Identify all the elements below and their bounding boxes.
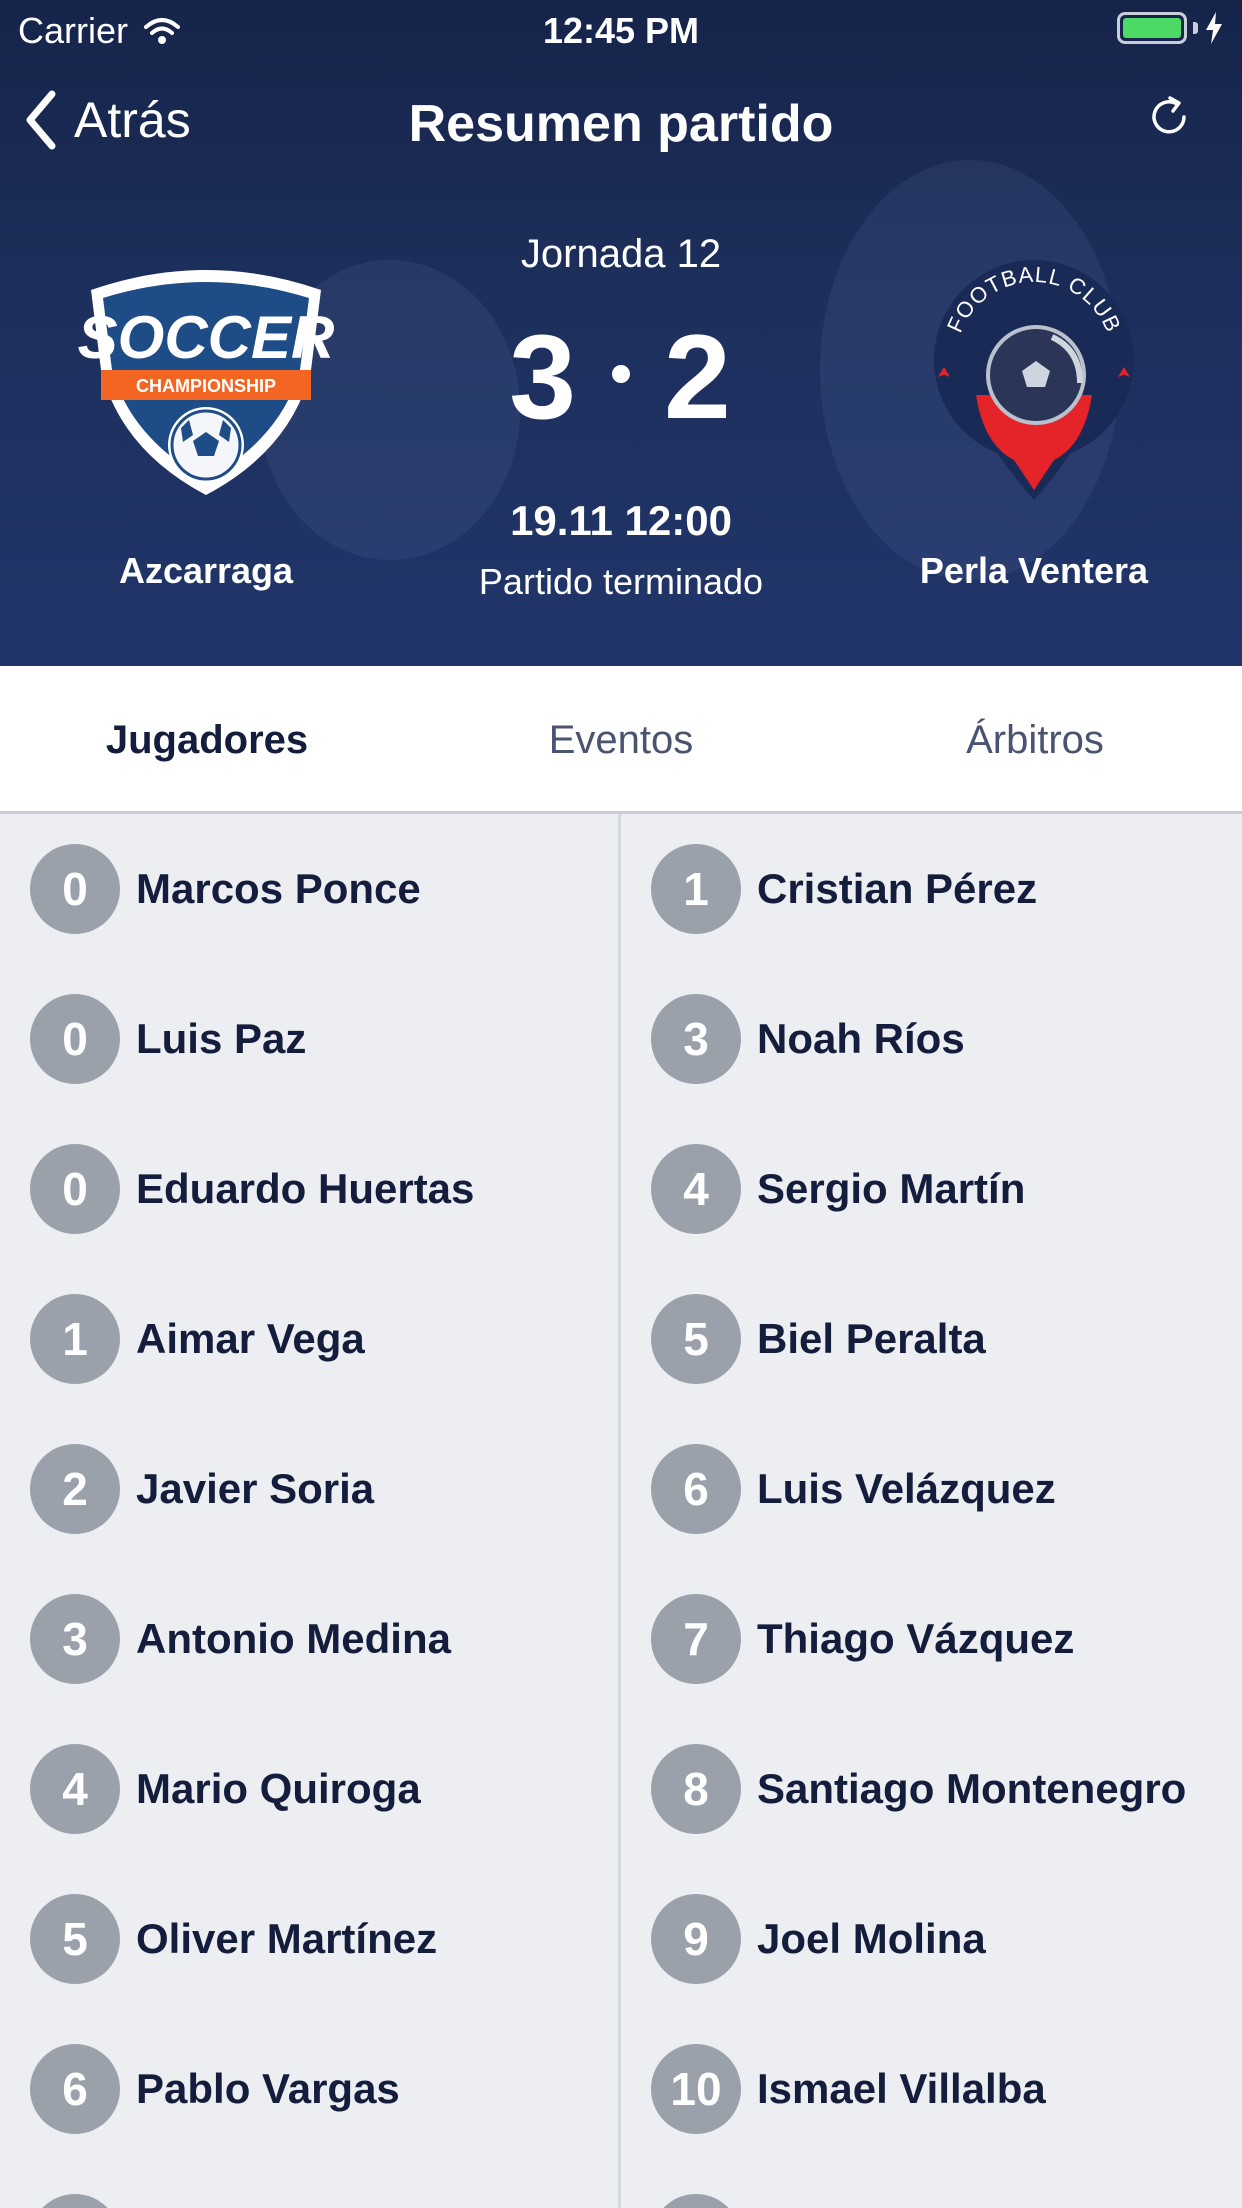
home-player-row[interactable]: 6 Pablo Vargas <box>0 2014 618 2164</box>
player-name: Luis Velázquez <box>757 1465 1056 1512</box>
home-player-row-partial[interactable] <box>0 2164 618 2208</box>
player-number: 3 <box>651 994 741 1084</box>
away-player-row[interactable]: 7 Thiago Vázquez <box>621 1564 1242 1714</box>
svg-text:CHAMPIONSHIP: CHAMPIONSHIP <box>136 376 276 396</box>
home-player-row[interactable]: 1 Aimar Vega <box>0 1264 618 1414</box>
player-name: Joel Molina <box>757 1915 986 1962</box>
player-name: Cristian Pérez <box>757 865 1038 912</box>
away-players-list: 1 Cristian Pérez 3 Noah Ríos 4 Sergio Martí… <box>621 814 1242 2208</box>
player-name: Antonio Medina <box>136 1615 451 1662</box>
player-name: Luis Paz <box>136 1015 307 1062</box>
player-number: 4 <box>30 1744 120 1834</box>
player-number: 2 <box>30 1444 120 1534</box>
player-number: 1 <box>30 1294 120 1384</box>
player-number: 1 <box>651 844 741 934</box>
player-number <box>651 2194 741 2208</box>
player-number: 5 <box>30 1894 120 1984</box>
away-player-row[interactable]: 1 Cristian Pérez <box>621 814 1242 964</box>
player-name: Thiago Vázquez <box>757 1615 1075 1662</box>
player-number: 3 <box>30 1594 120 1684</box>
player-number: 9 <box>651 1894 741 1984</box>
scoreboard: 32 <box>371 317 871 437</box>
lineup-lists: 0 Marcos Ponce 0 Luis Paz 0 Eduardo Huertas… <box>0 814 1242 2208</box>
player-number: 5 <box>651 1294 741 1384</box>
match-status: Partido terminado <box>478 561 764 602</box>
svg-text:SOCCER: SOCCER <box>78 304 335 371</box>
player-number: 8 <box>651 1744 741 1834</box>
away-player-row[interactable]: 5 Biel Peralta <box>621 1264 1242 1414</box>
player-number: 4 <box>651 1144 741 1234</box>
charging-icon <box>1206 12 1222 44</box>
score-separator <box>612 365 630 384</box>
player-name: Santiago Montenegro <box>757 1765 1187 1812</box>
away-player-row[interactable]: 3 Noah Ríos <box>621 964 1242 1114</box>
away-player-row[interactable]: 10 Ismael Villalba <box>621 2014 1242 2164</box>
refresh-button[interactable] <box>1146 94 1192 145</box>
player-name: Pablo Vargas <box>136 2065 400 2112</box>
tab-jugadores[interactable]: Jugadores <box>0 666 414 811</box>
player-number: 7 <box>651 1594 741 1684</box>
away-score: 2 <box>664 310 733 444</box>
away-player-row[interactable]: 4 Sergio Martín <box>621 1114 1242 1264</box>
player-number: 0 <box>30 994 120 1084</box>
away-player-row[interactable]: 6 Luis Velázquez <box>621 1414 1242 1564</box>
status-time: 12:45 PM <box>542 10 700 51</box>
page-title: Resumen partido <box>408 95 834 153</box>
tab-bar: Jugadores Eventos Árbitros <box>0 666 1242 814</box>
battery-icon <box>1117 12 1224 44</box>
nav-bar: Atrás Resumen partido <box>0 80 1242 170</box>
player-number: 0 <box>30 1144 120 1234</box>
player-number: 0 <box>30 844 120 934</box>
player-number: 6 <box>30 2044 120 2134</box>
away-team-logo: FOOTBALL CLUB <box>884 250 1184 510</box>
player-name: Mario Quiroga <box>136 1765 421 1812</box>
player-name: Marcos Ponce <box>136 865 421 912</box>
home-player-row[interactable]: 0 Marcos Ponce <box>0 814 618 964</box>
home-player-row[interactable]: 0 Eduardo Huertas <box>0 1114 618 1264</box>
player-name: Ismael Villalba <box>757 2065 1046 2112</box>
player-name: Noah Ríos <box>757 1015 965 1062</box>
match-datetime: 19.11 12:00 <box>510 497 732 544</box>
home-player-row[interactable]: 0 Luis Paz <box>0 964 618 1114</box>
away-team-name: Perla Ventera <box>919 550 1149 591</box>
player-name: Biel Peralta <box>757 1315 986 1362</box>
home-player-row[interactable]: 4 Mario Quiroga <box>0 1714 618 1864</box>
player-name: Oliver Martínez <box>136 1915 438 1962</box>
round-label: Jornada 12 <box>520 232 722 276</box>
home-score: 3 <box>509 310 578 444</box>
refresh-icon <box>1152 96 1186 134</box>
player-name: Javier Soria <box>136 1465 375 1512</box>
match-score-panel: Jornada 12 32 19.11 12:00 Partido termin… <box>371 232 871 603</box>
away-player-row-partial[interactable] <box>621 2164 1242 2208</box>
home-player-row[interactable]: 2 Javier Soria <box>0 1414 618 1564</box>
player-name: Eduardo Huertas <box>136 1165 475 1212</box>
home-player-row[interactable]: 5 Oliver Martínez <box>0 1864 618 2014</box>
tab-arbitros[interactable]: Árbitros <box>828 666 1242 811</box>
away-player-row[interactable]: 9 Joel Molina <box>621 1864 1242 2014</box>
player-name: Sergio Martín <box>757 1165 1026 1212</box>
away-player-row[interactable]: 8 Santiago Montenegro <box>621 1714 1242 1864</box>
player-number: 6 <box>651 1444 741 1534</box>
home-player-row[interactable]: 3 Antonio Medina <box>0 1564 618 1714</box>
player-number: 10 <box>651 2044 741 2134</box>
match-header: Carrier 12:45 PM Atrás Resumen partido S… <box>0 0 1242 666</box>
player-number <box>30 2194 120 2208</box>
player-name: Aimar Vega <box>136 1315 365 1362</box>
home-players-list: 0 Marcos Ponce 0 Luis Paz 0 Eduardo Huertas… <box>0 814 621 2208</box>
away-team[interactable]: FOOTBALL CLUB Perla Ventera <box>884 250 1184 592</box>
home-team-logo: SOCCER CHAMPIONSHIP <box>56 250 356 510</box>
tab-eventos[interactable]: Eventos <box>414 666 828 811</box>
status-bar: Carrier 12:45 PM <box>0 0 1242 60</box>
home-team[interactable]: SOCCER CHAMPIONSHIP Azcarraga <box>56 250 356 592</box>
home-team-name: Azcarraga <box>118 550 294 591</box>
